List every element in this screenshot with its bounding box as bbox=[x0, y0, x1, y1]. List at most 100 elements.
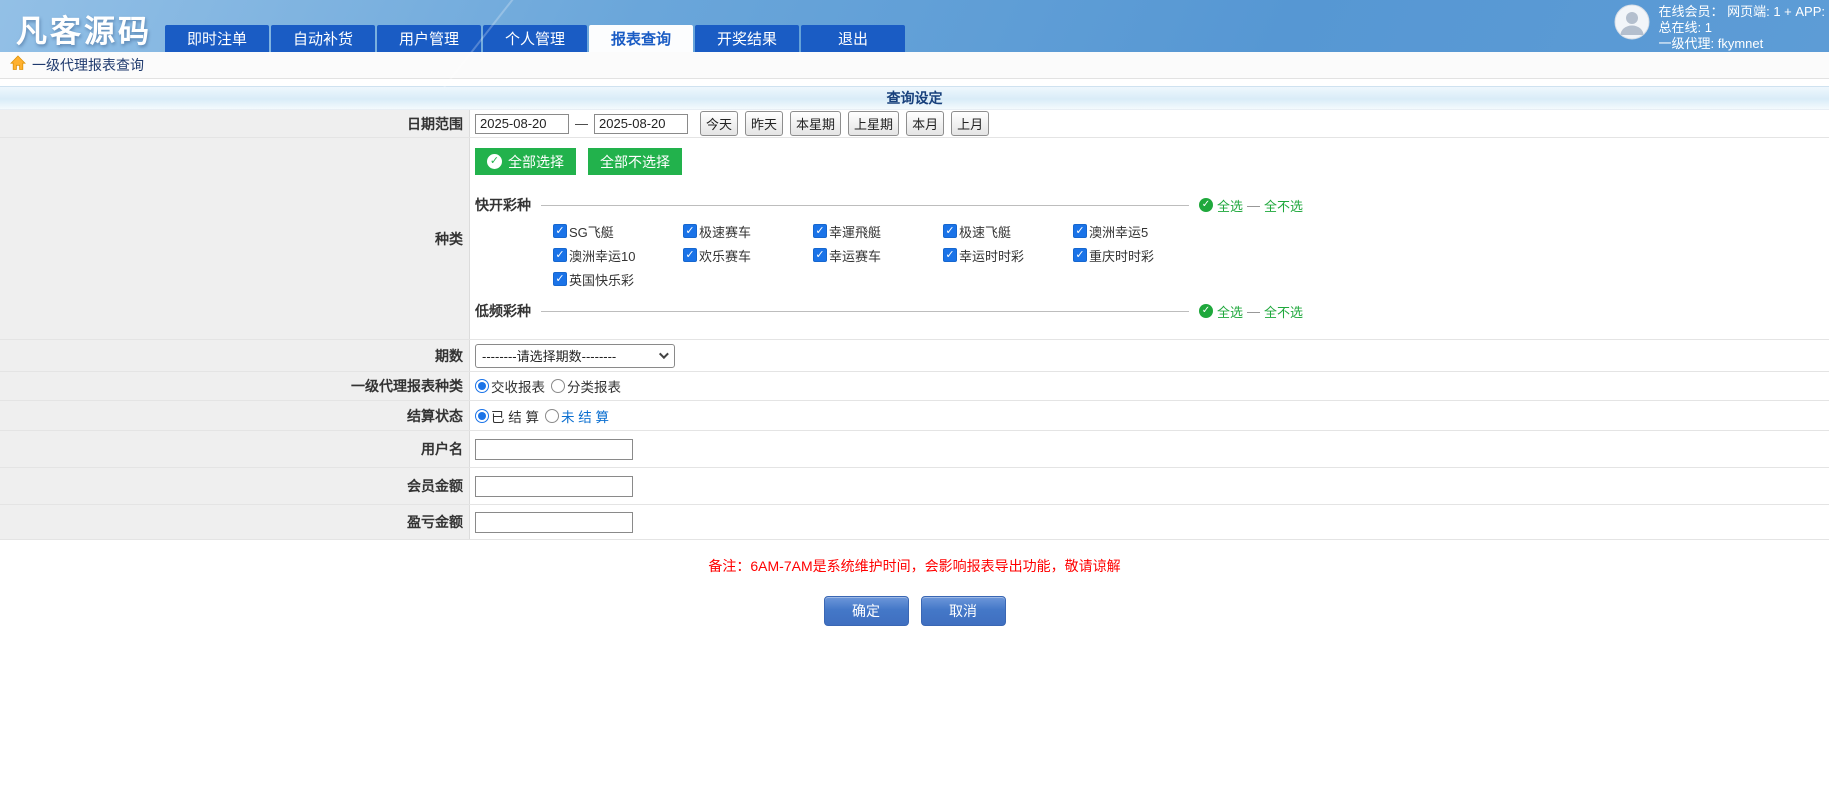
checkbox-checked-icon: ✓ bbox=[683, 248, 697, 262]
checkbox-label: 幸運飛艇 bbox=[829, 222, 881, 241]
checkbox-欢乐赛车[interactable]: ✓欢乐赛车 bbox=[683, 245, 813, 265]
profit-amount-input[interactable] bbox=[475, 512, 633, 533]
deselect-all-button[interactable]: 全部不选择 bbox=[588, 148, 682, 175]
report-type-options: 交收报表分类报表 bbox=[470, 372, 1829, 400]
checkbox-row: ✓英国快乐彩 bbox=[553, 269, 1303, 289]
user-info-lines: 在线会员： 网页端: 1 + APP: 总在线: 1 一级代理: fkymnet bbox=[1658, 4, 1825, 52]
nav-tab-即时注单[interactable]: 即时注单 bbox=[165, 25, 269, 52]
radio-未结算[interactable]: 未 结 算 bbox=[545, 406, 609, 426]
radio-label: 交收报表 bbox=[491, 376, 545, 396]
period-select[interactable]: --------请选择期数-------- bbox=[475, 344, 675, 368]
check-circle-icon: ✓ bbox=[1199, 198, 1213, 212]
radio-unselected-icon bbox=[551, 379, 565, 393]
quick-date-button-上月[interactable]: 上月 bbox=[951, 111, 989, 136]
checkbox-label: 幸运时时彩 bbox=[959, 246, 1024, 265]
divider-line bbox=[541, 205, 1189, 206]
checkbox-幸運飛艇[interactable]: ✓幸運飛艇 bbox=[813, 221, 943, 241]
home-icon bbox=[10, 55, 26, 76]
checkbox-checked-icon: ✓ bbox=[943, 248, 957, 262]
period-label: 期数 bbox=[0, 340, 470, 371]
select-all-button[interactable]: ✓ 全部选择 bbox=[475, 148, 576, 175]
username-input[interactable] bbox=[475, 439, 633, 460]
checkbox-幸运时时彩[interactable]: ✓幸运时时彩 bbox=[943, 245, 1073, 265]
checkbox-label: 极速飞艇 bbox=[959, 222, 1011, 241]
fast-lottery-group-label: 快开彩种 bbox=[475, 195, 531, 215]
fast-select-all-link[interactable]: 全选 bbox=[1217, 196, 1243, 215]
member-amount-input[interactable] bbox=[475, 476, 633, 497]
checkbox-checked-icon: ✓ bbox=[553, 272, 567, 286]
date-to-input[interactable] bbox=[594, 114, 688, 134]
category-label: 种类 bbox=[0, 138, 470, 339]
category-row: 种类 ✓ 全部选择 全部不选择 快开彩种 ✓ 全 bbox=[0, 138, 1829, 340]
settle-status-label: 结算状态 bbox=[0, 401, 470, 430]
checkbox-重庆时时彩[interactable]: ✓重庆时时彩 bbox=[1073, 245, 1203, 265]
low-select-all-link[interactable]: 全选 bbox=[1217, 302, 1243, 321]
checkbox-label: 澳洲幸运10 bbox=[569, 246, 635, 265]
form-actions: 确定 取消 bbox=[0, 596, 1829, 626]
settle-status-options: 已 结 算未 结 算 bbox=[470, 401, 1829, 430]
fast-lottery-group-header: 快开彩种 ✓ 全选 — 全不选 bbox=[475, 195, 1303, 215]
divider-line bbox=[541, 311, 1189, 312]
quick-date-button-昨天[interactable]: 昨天 bbox=[745, 111, 783, 136]
date-quick-buttons: 今天昨天本星期上星期本月上月 bbox=[700, 111, 989, 136]
radio-unselected-icon bbox=[545, 409, 559, 423]
checkbox-label: 澳洲幸运5 bbox=[1089, 222, 1148, 241]
username-row: 用户名 bbox=[0, 431, 1829, 468]
checkbox-checked-icon: ✓ bbox=[943, 224, 957, 238]
nav-tab-退出[interactable]: 退出 bbox=[801, 25, 905, 52]
nav-tab-用户管理[interactable]: 用户管理 bbox=[377, 25, 481, 52]
check-circle-icon: ✓ bbox=[1199, 304, 1213, 318]
settle-status-row: 结算状态 已 结 算 未 结 算 bbox=[0, 401, 1829, 431]
date-range-label: 日期范围 bbox=[0, 110, 470, 137]
radio-已结算[interactable]: 已 结 算 bbox=[475, 406, 539, 426]
online-members-text: 在线会员： 网页端: 1 + APP: bbox=[1658, 4, 1825, 20]
user-info-panel: 在线会员： 网页端: 1 + APP: 总在线: 1 一级代理: fkymnet bbox=[1614, 4, 1825, 52]
checkbox-label: 重庆时时彩 bbox=[1089, 246, 1154, 265]
form-title-bar: 查询设定 bbox=[0, 86, 1829, 110]
checkbox-极速飞艇[interactable]: ✓极速飞艇 bbox=[943, 221, 1073, 241]
quick-date-button-本星期[interactable]: 本星期 bbox=[790, 111, 841, 136]
radio-selected-icon bbox=[475, 379, 489, 393]
confirm-button[interactable]: 确定 bbox=[824, 596, 909, 626]
nav-tab-自动补货[interactable]: 自动补货 bbox=[271, 25, 375, 52]
nav-tab-报表查询[interactable]: 报表查询 bbox=[589, 25, 693, 52]
nav-tab-个人管理[interactable]: 个人管理 bbox=[483, 25, 587, 52]
nav-tab-开奖结果[interactable]: 开奖结果 bbox=[695, 25, 799, 52]
radio-label: 已 结 算 bbox=[491, 406, 539, 426]
checkbox-checked-icon: ✓ bbox=[813, 248, 827, 262]
checkbox-label: SG飞艇 bbox=[569, 222, 614, 241]
low-deselect-all-link[interactable]: 全不选 bbox=[1264, 302, 1303, 321]
checkbox-英国快乐彩[interactable]: ✓英国快乐彩 bbox=[553, 269, 683, 289]
date-range-row: 日期范围 — 今天昨天本星期上星期本月上月 bbox=[0, 110, 1829, 138]
member-amount-label: 会员金额 bbox=[0, 468, 470, 504]
checkbox-SG飞艇[interactable]: ✓SG飞艇 bbox=[553, 221, 683, 241]
radio-label: 未 结 算 bbox=[561, 406, 609, 426]
cancel-button[interactable]: 取消 bbox=[921, 596, 1006, 626]
breadcrumb: 一级代理报表查询 bbox=[0, 52, 1829, 79]
checkbox-checked-icon: ✓ bbox=[1073, 224, 1087, 238]
low-freq-group-header: 低频彩种 ✓ 全选 — 全不选 bbox=[475, 301, 1303, 321]
date-from-input[interactable] bbox=[475, 114, 569, 134]
select-all-button-label: 全部选择 bbox=[508, 152, 564, 172]
radio-分类报表[interactable]: 分类报表 bbox=[551, 376, 621, 396]
checkbox-row: ✓澳洲幸运10✓欢乐赛车✓幸运赛车✓幸运时时彩✓重庆时时彩 bbox=[553, 245, 1303, 265]
checkbox-澳洲幸运5[interactable]: ✓澳洲幸运5 bbox=[1073, 221, 1203, 241]
maintenance-note: 备注：6AM-7AM是系统维护时间，会影响报表导出功能，敬请谅解 bbox=[0, 556, 1829, 576]
radio-交收报表[interactable]: 交收报表 bbox=[475, 376, 545, 396]
fast-deselect-all-link[interactable]: 全不选 bbox=[1264, 196, 1303, 215]
period-select-value: --------请选择期数-------- bbox=[482, 346, 616, 365]
checkbox-label: 幸运赛车 bbox=[829, 246, 881, 265]
quick-date-button-本月[interactable]: 本月 bbox=[906, 111, 944, 136]
checkbox-row: ✓SG飞艇✓极速赛车✓幸運飛艇✓极速飞艇✓澳洲幸运5 bbox=[553, 221, 1303, 241]
quick-date-button-今天[interactable]: 今天 bbox=[700, 111, 738, 136]
checkbox-label: 英国快乐彩 bbox=[569, 270, 634, 289]
check-circle-icon: ✓ bbox=[487, 154, 502, 169]
checkbox-澳洲幸运10[interactable]: ✓澳洲幸运10 bbox=[553, 245, 683, 265]
checkbox-极速赛车[interactable]: ✓极速赛车 bbox=[683, 221, 813, 241]
radio-selected-icon bbox=[475, 409, 489, 423]
checkbox-幸运赛车[interactable]: ✓幸运赛车 bbox=[813, 245, 943, 265]
low-freq-group-label: 低频彩种 bbox=[475, 301, 531, 321]
checkbox-label: 极速赛车 bbox=[699, 222, 751, 241]
chevron-down-icon bbox=[659, 349, 669, 359]
quick-date-button-上星期[interactable]: 上星期 bbox=[848, 111, 899, 136]
